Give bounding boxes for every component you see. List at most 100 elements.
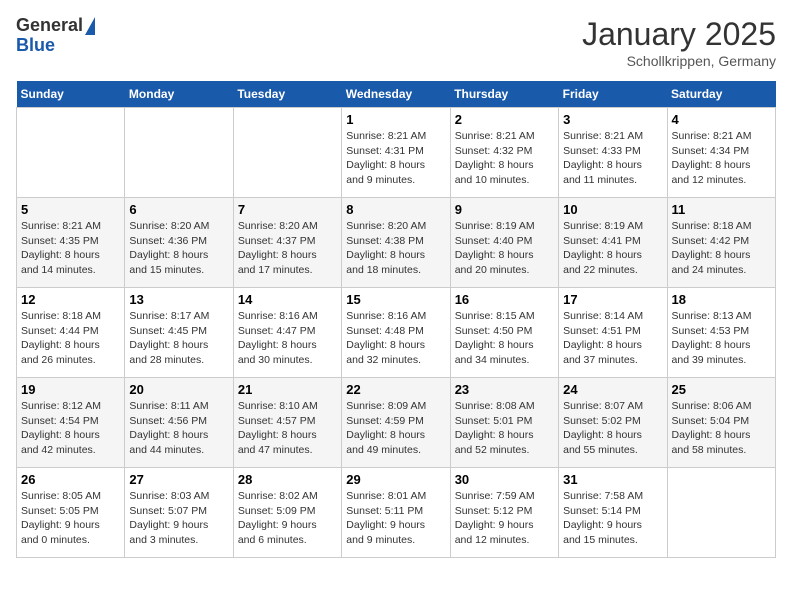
calendar-cell: 21 Sunrise: 8:10 AM Sunset: 4:57 PM Dayli… — [233, 378, 341, 468]
day-info: Sunrise: 8:03 AM Sunset: 5:07 PM Dayligh… — [129, 489, 228, 548]
calendar-cell: 14Sunrise: 8:16 AM Sunset: 4:47 PM Dayli… — [233, 288, 341, 378]
calendar-cell: 23 Sunrise: 8:08 AM Sunset: 5:01 PM Dayli… — [450, 378, 558, 468]
day-info: Sunrise: 8:15 AM Sunset: 4:50 PM Dayligh… — [455, 309, 554, 368]
calendar-cell: 1 Sunrise: 8:21 AM Sunset: 4:31 PM Daylig… — [342, 108, 450, 198]
calendar-cell: 19 Sunrise: 8:12 AM Sunset: 4:54 PM Dayli… — [17, 378, 125, 468]
day-info: Sunrise: 8:18 AM Sunset: 4:44 PM Dayligh… — [21, 309, 120, 368]
calendar-cell: 16 Sunrise: 8:15 AM Sunset: 4:50 PM Dayli… — [450, 288, 558, 378]
day-header-thursday: Thursday — [450, 81, 558, 108]
day-number: 11 — [672, 202, 771, 217]
day-number: 8 — [346, 202, 445, 217]
day-number: 26 — [21, 472, 120, 487]
day-info: Sunrise: 8:12 AM Sunset: 4:54 PM Dayligh… — [21, 399, 120, 458]
calendar-cell: 31Sunrise: 7:58 AM Sunset: 5:14 PM Dayli… — [559, 468, 667, 558]
day-info: Sunrise: 8:06 AM Sunset: 5:04 PM Dayligh… — [672, 399, 771, 458]
calendar-cell: 12 Sunrise: 8:18 AM Sunset: 4:44 PM Dayli… — [17, 288, 125, 378]
title-block: January 2025 Schollkrippen, Germany — [582, 16, 776, 69]
day-number: 21 — [238, 382, 337, 397]
day-info: Sunrise: 8:19 AM Sunset: 4:40 PM Dayligh… — [455, 219, 554, 278]
day-number: 4 — [672, 112, 771, 127]
day-info: Sunrise: 8:05 AM Sunset: 5:05 PM Dayligh… — [21, 489, 120, 548]
day-info: Sunrise: 8:21 AM Sunset: 4:31 PM Dayligh… — [346, 129, 445, 188]
calendar-cell: 4 Sunrise: 8:21 AM Sunset: 4:34 PM Daylig… — [667, 108, 775, 198]
calendar-cell: 5 Sunrise: 8:21 AM Sunset: 4:35 PM Daylig… — [17, 198, 125, 288]
calendar-cell: 27 Sunrise: 8:03 AM Sunset: 5:07 PM Dayli… — [125, 468, 233, 558]
day-info: Sunrise: 8:01 AM Sunset: 5:11 PM Dayligh… — [346, 489, 445, 548]
day-number: 27 — [129, 472, 228, 487]
day-header-saturday: Saturday — [667, 81, 775, 108]
day-number: 28 — [238, 472, 337, 487]
page-header: General Blue January 2025 Schollkrippen,… — [16, 16, 776, 69]
day-info: Sunrise: 8:21 AM Sunset: 4:33 PM Dayligh… — [563, 129, 662, 188]
calendar-cell: 13 Sunrise: 8:17 AM Sunset: 4:45 PM Dayli… — [125, 288, 233, 378]
calendar-cell: 26 Sunrise: 8:05 AM Sunset: 5:05 PM Dayli… — [17, 468, 125, 558]
day-info: Sunrise: 8:20 AM Sunset: 4:37 PM Dayligh… — [238, 219, 337, 278]
day-header-sunday: Sunday — [17, 81, 125, 108]
day-number: 19 — [21, 382, 120, 397]
calendar-cell: 24 Sunrise: 8:07 AM Sunset: 5:02 PM Dayli… — [559, 378, 667, 468]
day-info: Sunrise: 8:21 AM Sunset: 4:35 PM Dayligh… — [21, 219, 120, 278]
day-number: 7 — [238, 202, 337, 217]
day-info: Sunrise: 8:20 AM Sunset: 4:36 PM Dayligh… — [129, 219, 228, 278]
day-info: Sunrise: 8:07 AM Sunset: 5:02 PM Dayligh… — [563, 399, 662, 458]
day-info: Sunrise: 8:08 AM Sunset: 5:01 PM Dayligh… — [455, 399, 554, 458]
calendar-cell: 8 Sunrise: 8:20 AM Sunset: 4:38 PM Daylig… — [342, 198, 450, 288]
day-number: 12 — [21, 292, 120, 307]
calendar-cell — [233, 108, 341, 198]
day-header-wednesday: Wednesday — [342, 81, 450, 108]
logo-general: General — [16, 16, 83, 36]
calendar-cell: 18Sunrise: 8:13 AM Sunset: 4:53 PM Dayli… — [667, 288, 775, 378]
day-header-friday: Friday — [559, 81, 667, 108]
day-number: 15 — [346, 292, 445, 307]
day-info: Sunrise: 8:14 AM Sunset: 4:51 PM Dayligh… — [563, 309, 662, 368]
calendar-cell: 29 Sunrise: 8:01 AM Sunset: 5:11 PM Dayli… — [342, 468, 450, 558]
location-subtitle: Schollkrippen, Germany — [582, 53, 776, 69]
calendar-cell: 11Sunrise: 8:18 AM Sunset: 4:42 PM Dayli… — [667, 198, 775, 288]
calendar-cell: 7 Sunrise: 8:20 AM Sunset: 4:37 PM Daylig… — [233, 198, 341, 288]
day-number: 18 — [672, 292, 771, 307]
day-number: 5 — [21, 202, 120, 217]
day-number: 1 — [346, 112, 445, 127]
day-number: 3 — [563, 112, 662, 127]
day-info: Sunrise: 8:21 AM Sunset: 4:32 PM Dayligh… — [455, 129, 554, 188]
day-info: Sunrise: 8:21 AM Sunset: 4:34 PM Dayligh… — [672, 129, 771, 188]
calendar-cell: 17 Sunrise: 8:14 AM Sunset: 4:51 PM Dayli… — [559, 288, 667, 378]
day-number: 22 — [346, 382, 445, 397]
day-number: 9 — [455, 202, 554, 217]
day-info: Sunrise: 8:02 AM Sunset: 5:09 PM Dayligh… — [238, 489, 337, 548]
calendar-cell: 10Sunrise: 8:19 AM Sunset: 4:41 PM Dayli… — [559, 198, 667, 288]
day-header-tuesday: Tuesday — [233, 81, 341, 108]
day-number: 30 — [455, 472, 554, 487]
day-number: 13 — [129, 292, 228, 307]
day-number: 16 — [455, 292, 554, 307]
day-number: 17 — [563, 292, 662, 307]
calendar-cell: 22 Sunrise: 8:09 AM Sunset: 4:59 PM Dayli… — [342, 378, 450, 468]
day-number: 25 — [672, 382, 771, 397]
day-number: 31 — [563, 472, 662, 487]
day-number: 24 — [563, 382, 662, 397]
calendar-cell: 25 Sunrise: 8:06 AM Sunset: 5:04 PM Dayli… — [667, 378, 775, 468]
calendar-cell — [667, 468, 775, 558]
day-number: 23 — [455, 382, 554, 397]
day-number: 20 — [129, 382, 228, 397]
day-info: Sunrise: 8:10 AM Sunset: 4:57 PM Dayligh… — [238, 399, 337, 458]
logo-blue: Blue — [16, 36, 55, 56]
day-info: Sunrise: 8:17 AM Sunset: 4:45 PM Dayligh… — [129, 309, 228, 368]
logo-triangle-icon — [85, 17, 95, 35]
calendar-table: SundayMondayTuesdayWednesdayThursdayFrid… — [16, 81, 776, 558]
calendar-cell: 9 Sunrise: 8:19 AM Sunset: 4:40 PM Daylig… — [450, 198, 558, 288]
day-number: 29 — [346, 472, 445, 487]
calendar-cell: 30Sunrise: 7:59 AM Sunset: 5:12 PM Dayli… — [450, 468, 558, 558]
calendar-cell: 15 Sunrise: 8:16 AM Sunset: 4:48 PM Dayli… — [342, 288, 450, 378]
day-number: 10 — [563, 202, 662, 217]
calendar-cell: 28 Sunrise: 8:02 AM Sunset: 5:09 PM Dayli… — [233, 468, 341, 558]
logo: General Blue — [16, 16, 95, 56]
day-info: Sunrise: 8:09 AM Sunset: 4:59 PM Dayligh… — [346, 399, 445, 458]
day-number: 6 — [129, 202, 228, 217]
day-info: Sunrise: 8:16 AM Sunset: 4:47 PM Dayligh… — [238, 309, 337, 368]
day-info: Sunrise: 8:20 AM Sunset: 4:38 PM Dayligh… — [346, 219, 445, 278]
calendar-cell: 20Sunrise: 8:11 AM Sunset: 4:56 PM Dayli… — [125, 378, 233, 468]
day-info: Sunrise: 8:16 AM Sunset: 4:48 PM Dayligh… — [346, 309, 445, 368]
day-header-monday: Monday — [125, 81, 233, 108]
calendar-cell: 6 Sunrise: 8:20 AM Sunset: 4:36 PM Daylig… — [125, 198, 233, 288]
